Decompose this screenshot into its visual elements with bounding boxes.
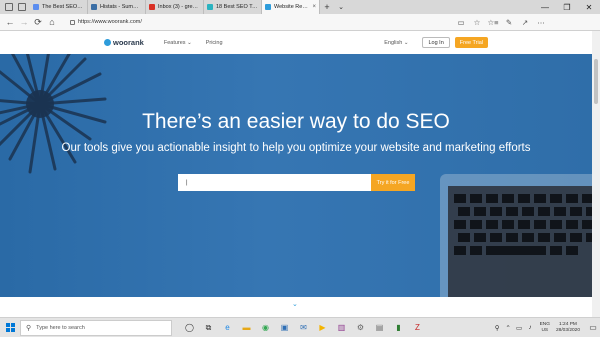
try-free-button[interactable]: Try it for Free	[371, 174, 415, 191]
tab-favicon-icon	[149, 4, 155, 10]
windows-taskbar: ⚲ Type here to search ◯ ⧉ e ▬ ◉ ▣ ✉ ▶ ▥ ⚙ ▤ ▮ Z ⚲ ⌃ …	[0, 317, 600, 337]
tab-actions	[0, 0, 30, 14]
refresh-button[interactable]: ⟳	[31, 17, 45, 28]
language-select[interactable]: English ⌄	[384, 40, 408, 46]
share-icon[interactable]: ↗	[517, 18, 533, 27]
forward-button[interactable]: →	[17, 17, 31, 27]
network-icon[interactable]: ▭	[514, 324, 525, 332]
tools-icon[interactable]: ⚙	[351, 321, 370, 335]
tab-aside-icon[interactable]	[17, 3, 26, 11]
browser-tab[interactable]: Website Review Tool &×	[262, 0, 320, 14]
below-fold: ⌄	[0, 297, 592, 317]
clock-date: 28/03/2020	[555, 327, 580, 333]
windows-logo-icon	[5, 323, 15, 332]
winrar-icon[interactable]: ▥	[332, 321, 351, 335]
people-icon[interactable]: ⚲	[492, 324, 503, 332]
laptop-image	[440, 174, 592, 297]
scrollbar-thumb[interactable]	[594, 59, 598, 104]
browser-tab[interactable]: Histats - Summary » www.n	[88, 0, 146, 14]
taskbar-search[interactable]: ⚲ Type here to search	[20, 319, 172, 336]
clock[interactable]: 1:24 PM 28/03/2020	[556, 322, 580, 333]
minimize-button[interactable]: —	[534, 3, 556, 12]
address-bar: ← → ⟳ ⌂ https://www.woorank.com/ ▭ ☆ ☆≡ …	[0, 14, 600, 31]
back-button[interactable]: ←	[3, 17, 17, 27]
lang-code: ENG	[539, 322, 550, 327]
terminal-icon[interactable]: ▮	[389, 321, 408, 335]
site-header: woorank Features ⌄ Pricing English ⌄ Log…	[0, 31, 600, 54]
maximize-button[interactable]: ❐	[556, 3, 578, 12]
tab-label: Histats - Summary » www.n	[100, 4, 142, 10]
media-icon[interactable]: ▶	[313, 321, 332, 335]
scroll-down-icon[interactable]: ⌄	[292, 300, 298, 308]
system-tray: ⚲ ⌃ ▭ ♪ ENG US 1:24 PM 28/03/2020 ▭	[492, 322, 600, 333]
start-button[interactable]	[0, 323, 20, 332]
tab-label: Inbox (3) - gregrr74@gmail	[158, 4, 200, 10]
input-language[interactable]: ENG US	[540, 322, 550, 333]
store-icon[interactable]: ▣	[275, 321, 294, 335]
tab-strip: The Best SEO Tool Websites Histats - Summ…	[0, 0, 600, 14]
clock-time: 1:24 PM	[559, 322, 577, 327]
new-tab-button[interactable]: +	[320, 0, 334, 14]
tab-preview-icon[interactable]	[4, 3, 13, 11]
mail-icon[interactable]: ✉	[294, 321, 313, 335]
url-search-form: | Try it for Free	[178, 174, 415, 191]
nav-pricing[interactable]: Pricing	[206, 40, 223, 46]
split-icon[interactable]: ⧉	[199, 321, 218, 335]
tab-favicon-icon	[265, 4, 271, 10]
logo-text: woorank	[113, 38, 144, 47]
hero-section: There’s an easier way to do SEO Our tool…	[0, 54, 592, 297]
edge-icon[interactable]: e	[218, 321, 237, 335]
tab-favicon-icon	[33, 4, 39, 10]
hero-subtitle: Our tools give you actionable insight to…	[61, 142, 531, 154]
lang-region: US	[541, 327, 549, 333]
tray-expand-icon[interactable]: ⌃	[503, 324, 514, 332]
website-url-input[interactable]: |	[178, 174, 371, 191]
notification-icon[interactable]: ▭	[586, 323, 600, 332]
home-button[interactable]: ⌂	[45, 17, 59, 27]
folder-icon[interactable]: ▬	[237, 321, 256, 335]
tab-label: Website Review Tool &	[274, 4, 310, 10]
filezilla-icon[interactable]: Z	[408, 321, 427, 335]
taskbar-search-placeholder: Type here to search	[36, 324, 85, 331]
tab-label: The Best SEO Tool Websites	[42, 4, 84, 10]
login-button[interactable]: Log In	[422, 37, 450, 48]
browser-tab[interactable]: Inbox (3) - gregrr74@gmail	[146, 0, 204, 14]
tab-favicon-icon	[207, 4, 213, 10]
free-trial-button[interactable]: Free Trial	[454, 37, 488, 48]
nav-features[interactable]: Features ⌄	[164, 40, 192, 46]
task-view-icon[interactable]: ◯	[180, 321, 199, 335]
favorites-hub-icon[interactable]: ☆≡	[485, 18, 501, 27]
browser-tab[interactable]: 18 Best SEO Tools That SEO	[204, 0, 262, 14]
hero-title: There’s an easier way to do SEO	[142, 110, 450, 133]
reading-view-icon[interactable]: ▭	[453, 18, 469, 27]
notes-icon[interactable]: ✎	[501, 18, 517, 27]
woorank-logo[interactable]: woorank	[104, 38, 144, 47]
browser-tab[interactable]: The Best SEO Tool Websites	[30, 0, 88, 14]
tab-label: 18 Best SEO Tools That SEO	[216, 4, 258, 10]
tab-close-icon[interactable]: ×	[312, 4, 316, 10]
logo-icon	[104, 39, 111, 46]
url-text: https://www.woorank.com/	[78, 19, 142, 25]
page-scrollbar[interactable]	[592, 31, 600, 317]
search-icon: ⚲	[26, 324, 32, 332]
tab-dropdown-button[interactable]: ⌄	[334, 0, 348, 14]
lock-icon	[70, 19, 75, 25]
more-icon[interactable]: ⋯	[533, 18, 549, 27]
favorite-star-icon[interactable]: ☆	[469, 18, 485, 27]
notepad-icon[interactable]: ▤	[370, 321, 389, 335]
volume-icon[interactable]: ♪	[525, 324, 536, 331]
close-window-button[interactable]: ✕	[578, 3, 600, 12]
tab-favicon-icon	[91, 4, 97, 10]
url-field[interactable]: https://www.woorank.com/	[67, 17, 447, 28]
chrome-icon[interactable]: ◉	[256, 321, 275, 335]
